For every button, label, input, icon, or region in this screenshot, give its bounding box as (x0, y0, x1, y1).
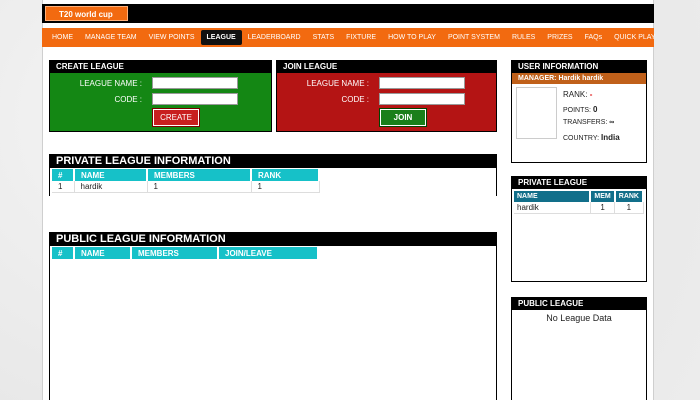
side-private-league-title: PRIVATE LEAGUE (512, 177, 646, 189)
rank-label: RANK: (563, 90, 588, 99)
avatar (516, 87, 557, 139)
join-league-name-input[interactable] (379, 77, 465, 89)
public-league-info-panel: PUBLIC LEAGUE INFORMATION # NAME MEMBERS… (49, 232, 497, 400)
col-name: NAME (74, 169, 148, 181)
transfers-value: ∞ (609, 119, 615, 126)
user-info-panel: USER INFORMATION MANAGER: Hardik hardik … (511, 60, 647, 163)
cell-rank: 1 (251, 181, 320, 193)
nav-faqs[interactable]: FAQs (579, 30, 609, 45)
public-league-table: # NAME MEMBERS JOIN/LEAVE (52, 247, 319, 259)
side-private-league-panel: PRIVATE LEAGUE NAME MEM RANK hardik 1 1 (511, 176, 647, 282)
cell-members: 1 (147, 181, 252, 193)
col-rank: RANK (614, 191, 645, 202)
create-button[interactable]: CREATE (153, 109, 199, 126)
transfers-line: TRANSFERS: ∞ (563, 119, 614, 126)
points-value: 0 (592, 105, 598, 114)
col-name: NAME (74, 247, 132, 259)
nav-quick-play[interactable]: QUICK PLAY (608, 30, 662, 45)
manager-name: MANAGER: Hardik hardik (512, 73, 646, 84)
rank-line: RANK: - (563, 90, 592, 99)
col-members: MEMBERS (131, 247, 219, 259)
table-row[interactable]: 1 hardik 1 1 (52, 181, 320, 193)
create-league-panel: CREATE LEAGUE LEAGUE NAME : CODE : CREAT… (49, 60, 272, 132)
country-value: India (601, 133, 620, 142)
nav-prizes[interactable]: PRIZES (541, 30, 578, 45)
create-code-input[interactable] (152, 93, 238, 105)
join-league-panel: JOIN LEAGUE LEAGUE NAME : CODE : JOIN (276, 60, 497, 132)
points-line: POINTS: 0 (563, 105, 597, 114)
nav-league[interactable]: LEAGUE (200, 30, 242, 45)
table-row[interactable]: hardik 1 1 (514, 202, 644, 214)
col-rank: RANK (251, 169, 320, 181)
cell-number: 1 (52, 181, 75, 193)
main-nav: HOME MANAGE TEAM VIEW POINTS LEAGUE LEAD… (42, 28, 656, 47)
cell-name: hardik (514, 202, 591, 214)
create-league-name-label: LEAGUE NAME : (79, 79, 142, 88)
empty-message: No League Data (546, 313, 612, 323)
nav-view-points[interactable]: VIEW POINTS (143, 30, 201, 45)
cell-rank: 1 (614, 202, 644, 214)
country-line: COUNTRY: India (563, 133, 620, 142)
create-league-name-input[interactable] (152, 77, 238, 89)
cell-mem: 1 (590, 202, 616, 214)
col-join-leave: JOIN/LEAVE (218, 247, 319, 259)
user-info-title: USER INFORMATION (512, 61, 646, 73)
country-label: COUNTRY: (563, 135, 600, 142)
nav-how-to-play[interactable]: HOW TO PLAY (382, 30, 442, 45)
col-number: # (52, 169, 75, 181)
create-code-label: CODE : (114, 95, 142, 104)
join-code-input[interactable] (379, 93, 465, 105)
col-number: # (52, 247, 75, 259)
side-public-league-title: PUBLIC LEAGUE (512, 298, 646, 310)
top-bar (42, 4, 654, 23)
cell-name: hardik (74, 181, 148, 193)
brand-logo[interactable]: T20 world cup (45, 6, 128, 21)
join-league-title: JOIN LEAGUE (277, 61, 496, 73)
nav-leaderboard[interactable]: LEADERBOARD (242, 30, 307, 45)
join-code-label: CODE : (341, 95, 369, 104)
side-public-league-panel: PUBLIC LEAGUE No League Data (511, 297, 647, 400)
nav-stats[interactable]: STATS (307, 30, 341, 45)
col-name: NAME (514, 191, 592, 202)
private-league-info-panel: PRIVATE LEAGUE INFORMATION # NAME MEMBER… (49, 154, 497, 196)
col-members: MEMBERS (147, 169, 252, 181)
private-league-info-title: PRIVATE LEAGUE INFORMATION (50, 154, 496, 168)
nav-fixture[interactable]: FIXTURE (340, 30, 382, 45)
join-button[interactable]: JOIN (380, 109, 426, 126)
nav-rules[interactable]: RULES (506, 30, 541, 45)
join-league-name-label: LEAGUE NAME : (306, 79, 369, 88)
create-league-title: CREATE LEAGUE (50, 61, 271, 73)
nav-manage-team[interactable]: MANAGE TEAM (79, 30, 143, 45)
transfers-label: TRANSFERS: (563, 119, 608, 126)
rank-value: - (589, 90, 593, 99)
private-league-table: # NAME MEMBERS RANK 1 hardik 1 1 (52, 169, 320, 193)
nav-point-system[interactable]: POINT SYSTEM (442, 30, 506, 45)
col-mem: MEM (590, 191, 616, 202)
public-league-info-title: PUBLIC LEAGUE INFORMATION (50, 232, 496, 246)
points-label: POINTS: (563, 107, 592, 114)
nav-home[interactable]: HOME (46, 30, 79, 45)
side-private-league-table: NAME MEM RANK hardik 1 1 (514, 191, 645, 214)
